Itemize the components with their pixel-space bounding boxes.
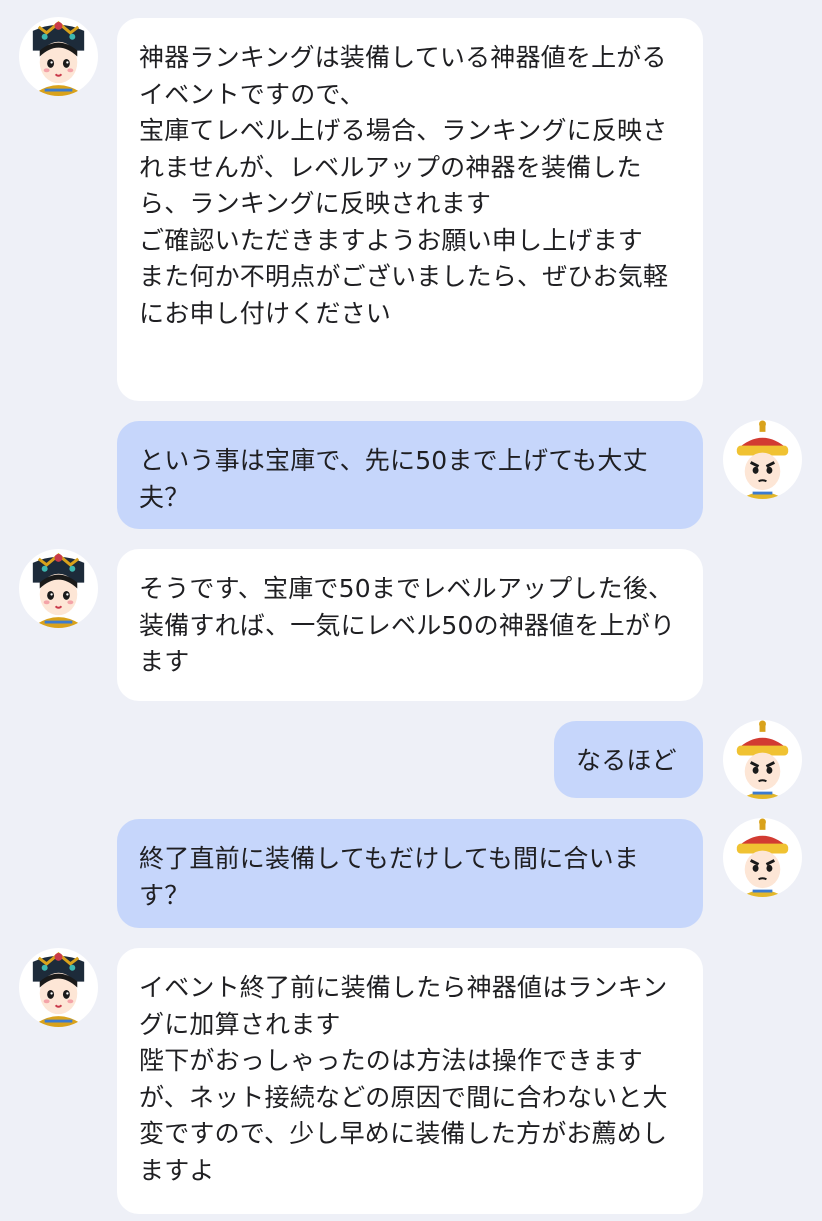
empress-avatar-icon [32, 552, 85, 628]
empress-avatar-icon [32, 951, 85, 1027]
empress-avatar-icon [32, 20, 85, 96]
emperor-avatar[interactable] [723, 818, 802, 897]
empress-avatar[interactable] [19, 17, 98, 96]
agent-message-bubble: イベント終了前に装備したら神器値はランキングに加算されます 陛下がおっしゃったの… [117, 948, 703, 1214]
user-message-bubble: という事は宝庫で、先に50まで上げても大丈夫？ [117, 421, 703, 529]
emperor-avatar[interactable] [723, 720, 802, 799]
user-message-bubble: なるほど [554, 721, 703, 798]
empress-avatar[interactable] [19, 948, 98, 1027]
emperor-avatar-icon [736, 720, 789, 799]
empress-avatar[interactable] [19, 549, 98, 628]
user-message-bubble: 終了直前に装備してもだけしても間に合います？ [117, 819, 703, 928]
emperor-avatar[interactable] [723, 420, 802, 499]
emperor-avatar-icon [736, 818, 789, 897]
agent-message-bubble: 神器ランキングは装備している神器値を上がるイベントですので、 宝庫てレベル上げる… [117, 18, 703, 401]
agent-message-bubble: そうです、宝庫で50までレベルアップした後、装備すれば、一気にレベル50の神器値… [117, 549, 703, 701]
emperor-avatar-icon [736, 420, 789, 499]
